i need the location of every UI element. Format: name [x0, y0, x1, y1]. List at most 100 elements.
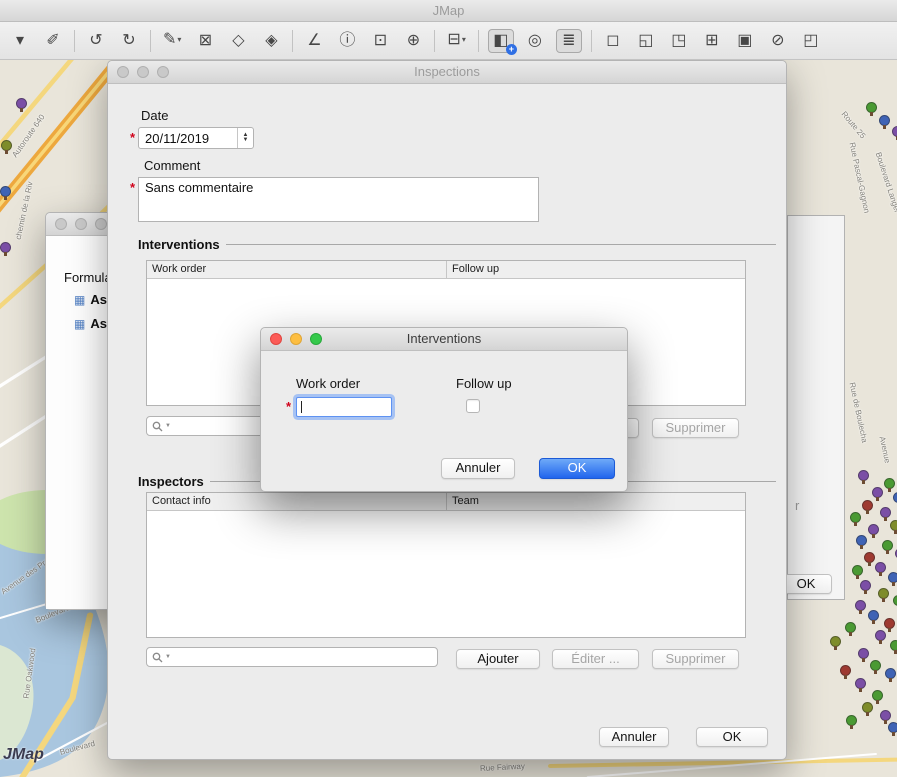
follow-up-label: Follow up — [456, 376, 512, 391]
inspectors-table[interactable]: Contact info Team — [146, 492, 746, 638]
tree-marker[interactable] — [879, 115, 891, 131]
date-stepper[interactable]: ▲▼ — [237, 128, 253, 148]
table-icon: ▦ — [74, 293, 85, 307]
tree-marker[interactable] — [893, 595, 897, 611]
close-button-icon[interactable] — [270, 333, 282, 345]
window-controls — [117, 66, 169, 78]
tree-marker[interactable] — [892, 126, 897, 142]
tree-marker[interactable] — [856, 535, 868, 551]
undo-icon[interactable]: ↺ — [84, 30, 108, 52]
tree-marker[interactable] — [0, 186, 12, 202]
tree-marker[interactable] — [1, 140, 13, 156]
close-button-icon[interactable] — [55, 218, 67, 230]
tree-marker[interactable] — [850, 512, 862, 528]
tree-marker[interactable] — [852, 565, 864, 581]
tree-marker[interactable] — [855, 600, 867, 616]
inspectors-delete-button[interactable]: Supprimer — [652, 649, 739, 669]
tree-marker[interactable] — [875, 630, 887, 646]
tree-marker[interactable] — [888, 572, 897, 588]
background-ok-button[interactable]: OK — [780, 574, 832, 594]
cancel-button[interactable]: Annuler — [441, 458, 515, 479]
search-options-chevron-icon[interactable]: ▼ — [165, 423, 171, 429]
tree-marker[interactable] — [890, 520, 897, 536]
info-report-icon[interactable]: ⊡ — [368, 30, 392, 52]
toolbar: ▾ ✐ ↺ ↻ ✎▾ ⊠ ◇ ◈ ∠ ⓘ ⊡ ⊕ ⊟▾ ◧+ ◎ ≣ ◻ ◱ ◳ ⊞ ▣ ⊘ ◰ — [0, 22, 897, 60]
inspectors-search-input[interactable]: ▼ — [146, 647, 438, 667]
explore-feature-icon[interactable]: ◎ — [523, 30, 547, 52]
required-asterisk: * — [130, 180, 135, 195]
tree-marker[interactable] — [0, 242, 12, 258]
tree-marker[interactable] — [890, 640, 897, 656]
tree-marker[interactable] — [882, 540, 894, 556]
comment-textarea[interactable]: Sans commentaire — [138, 177, 539, 222]
style-brush-icon[interactable]: ✐ — [41, 30, 65, 52]
search-options-chevron-icon[interactable]: ▼ — [165, 654, 171, 660]
chevron-down-icon: ▾ — [462, 35, 466, 44]
tree-marker[interactable] — [846, 715, 858, 731]
column-header[interactable]: Team — [447, 493, 484, 510]
tree-marker[interactable] — [878, 588, 890, 604]
tree-marker[interactable] — [888, 722, 897, 738]
tree-marker[interactable] — [862, 500, 874, 516]
draw-pencil-icon[interactable]: ✎▾ — [160, 29, 184, 51]
select-polygon-icon[interactable]: ◱ — [634, 30, 658, 52]
interventions-delete-button[interactable]: Supprimer — [652, 418, 739, 438]
tree-marker[interactable] — [868, 524, 880, 540]
tree-marker[interactable] — [893, 492, 897, 508]
zoom-button-icon[interactable] — [157, 66, 169, 78]
tree-marker[interactable] — [858, 648, 870, 664]
column-header[interactable]: Work order — [147, 261, 447, 278]
tree-marker[interactable] — [860, 580, 872, 596]
cancel-button[interactable]: Annuler — [599, 727, 669, 747]
interventions-dialog[interactable]: Interventions Work order Follow up * Ann… — [260, 327, 628, 492]
tree-marker[interactable] — [855, 678, 867, 694]
ok-button[interactable]: OK — [539, 458, 615, 479]
date-field[interactable]: 20/11/2019 ▲▼ — [138, 127, 254, 149]
interventions-titlebar[interactable]: Interventions — [261, 328, 627, 351]
tree-marker[interactable] — [866, 102, 878, 118]
select-add-icon[interactable]: ⊞ — [700, 30, 724, 52]
tree-marker[interactable] — [840, 665, 852, 681]
tree-marker[interactable] — [16, 98, 28, 114]
select-none-icon[interactable]: ⊘ — [766, 30, 790, 52]
column-header[interactable]: Follow up — [447, 261, 504, 278]
minimize-button-icon[interactable] — [75, 218, 87, 230]
stepper-down-icon[interactable]: ▼ — [243, 138, 249, 143]
add-feature-icon[interactable]: ◧+ — [488, 29, 514, 53]
minimize-button-icon[interactable] — [137, 66, 149, 78]
remove-label-icon[interactable]: ◈ — [259, 30, 283, 52]
tree-marker[interactable] — [858, 470, 870, 486]
tree-marker[interactable] — [862, 702, 874, 718]
tool-options-chevron-icon[interactable]: ▾ — [8, 30, 32, 52]
select-contains-icon[interactable]: ▣ — [733, 30, 757, 52]
minimize-button-icon[interactable] — [290, 333, 302, 345]
inspections-titlebar[interactable]: Inspections — [108, 61, 786, 84]
zoom-button-icon[interactable] — [95, 218, 107, 230]
inspectors-edit-button[interactable]: Éditer ... — [552, 649, 639, 669]
follow-up-checkbox[interactable] — [466, 399, 480, 413]
ok-button[interactable]: OK — [696, 727, 768, 747]
tree-marker[interactable] — [845, 622, 857, 638]
feature-form-icon[interactable]: ≣ — [556, 29, 582, 53]
work-order-input[interactable] — [296, 397, 392, 417]
tree-marker[interactable] — [868, 610, 880, 626]
inspectors-add-button[interactable]: Ajouter — [456, 649, 540, 669]
tree-marker[interactable] — [875, 562, 887, 578]
column-header[interactable]: Contact info — [147, 493, 447, 510]
print-icon[interactable]: ⊟▾ — [444, 29, 468, 51]
close-button-icon[interactable] — [117, 66, 129, 78]
select-region-icon[interactable]: ◰ — [799, 30, 823, 52]
interventions-group-header: Interventions — [138, 237, 776, 252]
redo-icon[interactable]: ↻ — [117, 30, 141, 52]
zoom-button-icon[interactable] — [310, 333, 322, 345]
select-intersect-icon[interactable]: ◳ — [667, 30, 691, 52]
measure-angle-icon[interactable]: ∠ — [302, 30, 326, 52]
globe-icon[interactable]: ⊕ — [401, 30, 425, 52]
tree-marker[interactable] — [830, 636, 842, 652]
add-label-icon[interactable]: ◇ — [226, 30, 250, 52]
info-circle-icon[interactable]: ⓘ — [335, 30, 359, 52]
select-rectangle-icon[interactable]: ◻ — [601, 30, 625, 52]
tree-marker[interactable] — [870, 660, 882, 676]
tree-marker[interactable] — [885, 668, 897, 684]
erase-drawing-icon[interactable]: ⊠ — [193, 30, 217, 52]
